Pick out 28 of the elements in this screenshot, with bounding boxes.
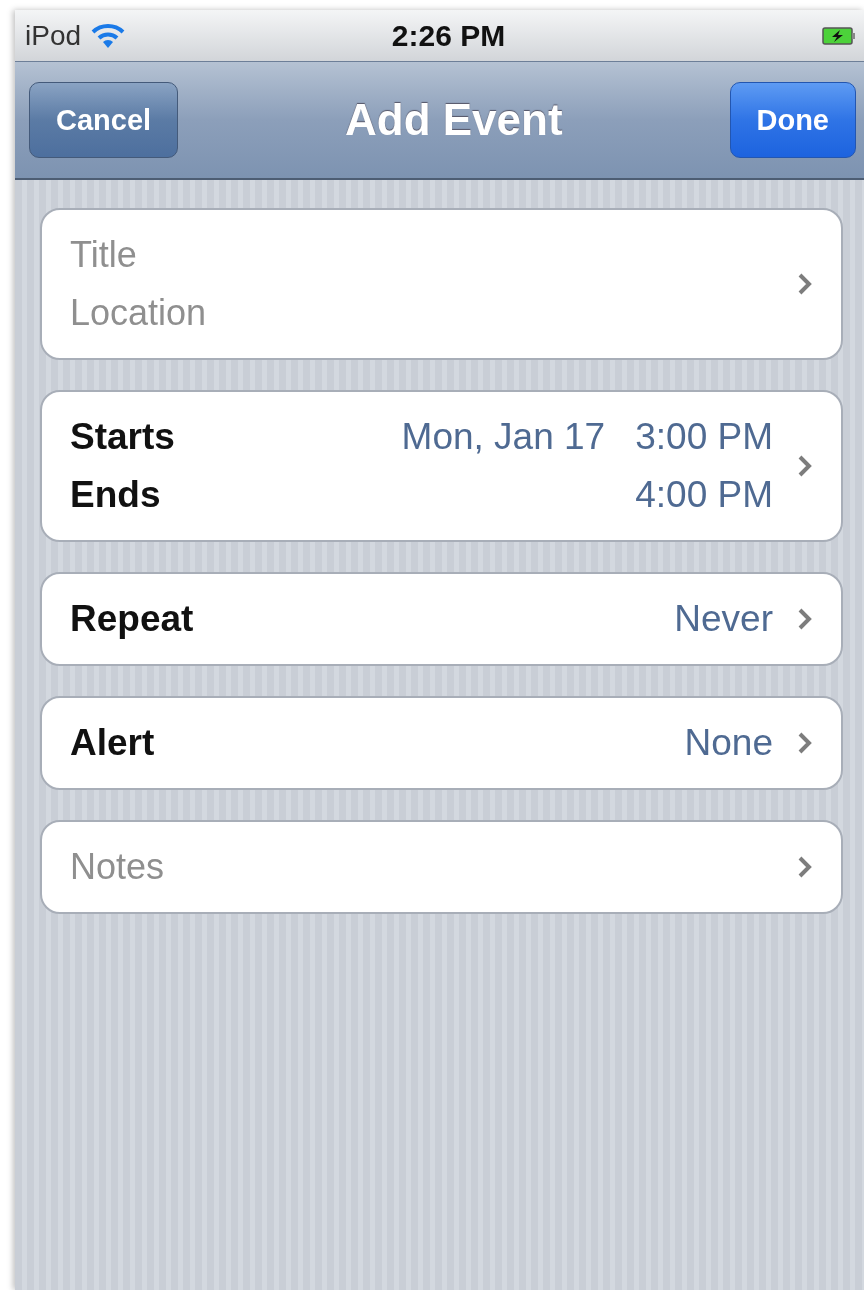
- placeholder-text: Title: [70, 234, 137, 276]
- field-value: None: [684, 722, 773, 764]
- status-time: 2:26 PM: [391, 18, 506, 53]
- field-label: Alert: [70, 722, 155, 764]
- carrier-name: iPod: [25, 19, 82, 52]
- table-cell[interactable]: Notes: [40, 820, 843, 914]
- done-button[interactable]: Done: [729, 82, 856, 158]
- field-value: 4:00 PM: [635, 474, 773, 516]
- field-label: Starts: [70, 416, 175, 458]
- placeholder-text: Location: [70, 292, 207, 334]
- wifi-icon: [91, 22, 126, 49]
- table-cell[interactable]: Repeat Never: [40, 572, 843, 666]
- table-cell[interactable]: Alert None: [40, 696, 843, 790]
- field-value: 3:00 PM: [635, 416, 773, 458]
- field-value: Mon, Jan 17: [401, 416, 606, 458]
- chevron-icon: [797, 607, 813, 631]
- field-label: Repeat: [70, 598, 194, 640]
- cancel-button[interactable]: Cancel: [29, 82, 179, 158]
- chevron-icon: [797, 855, 813, 879]
- placeholder-text: Notes: [70, 846, 165, 888]
- field-value: Never: [674, 598, 773, 640]
- table-cell[interactable]: Title Location: [40, 208, 843, 360]
- field-label: Ends: [70, 474, 161, 516]
- chevron-icon: [797, 454, 813, 478]
- chevron-icon: [797, 731, 813, 755]
- chevron-icon: [797, 272, 813, 296]
- table-cell[interactable]: Starts Mon, Jan 17 3:00 PM Ends 4:00 PM: [40, 390, 843, 542]
- screen-title: Add Event: [345, 95, 563, 145]
